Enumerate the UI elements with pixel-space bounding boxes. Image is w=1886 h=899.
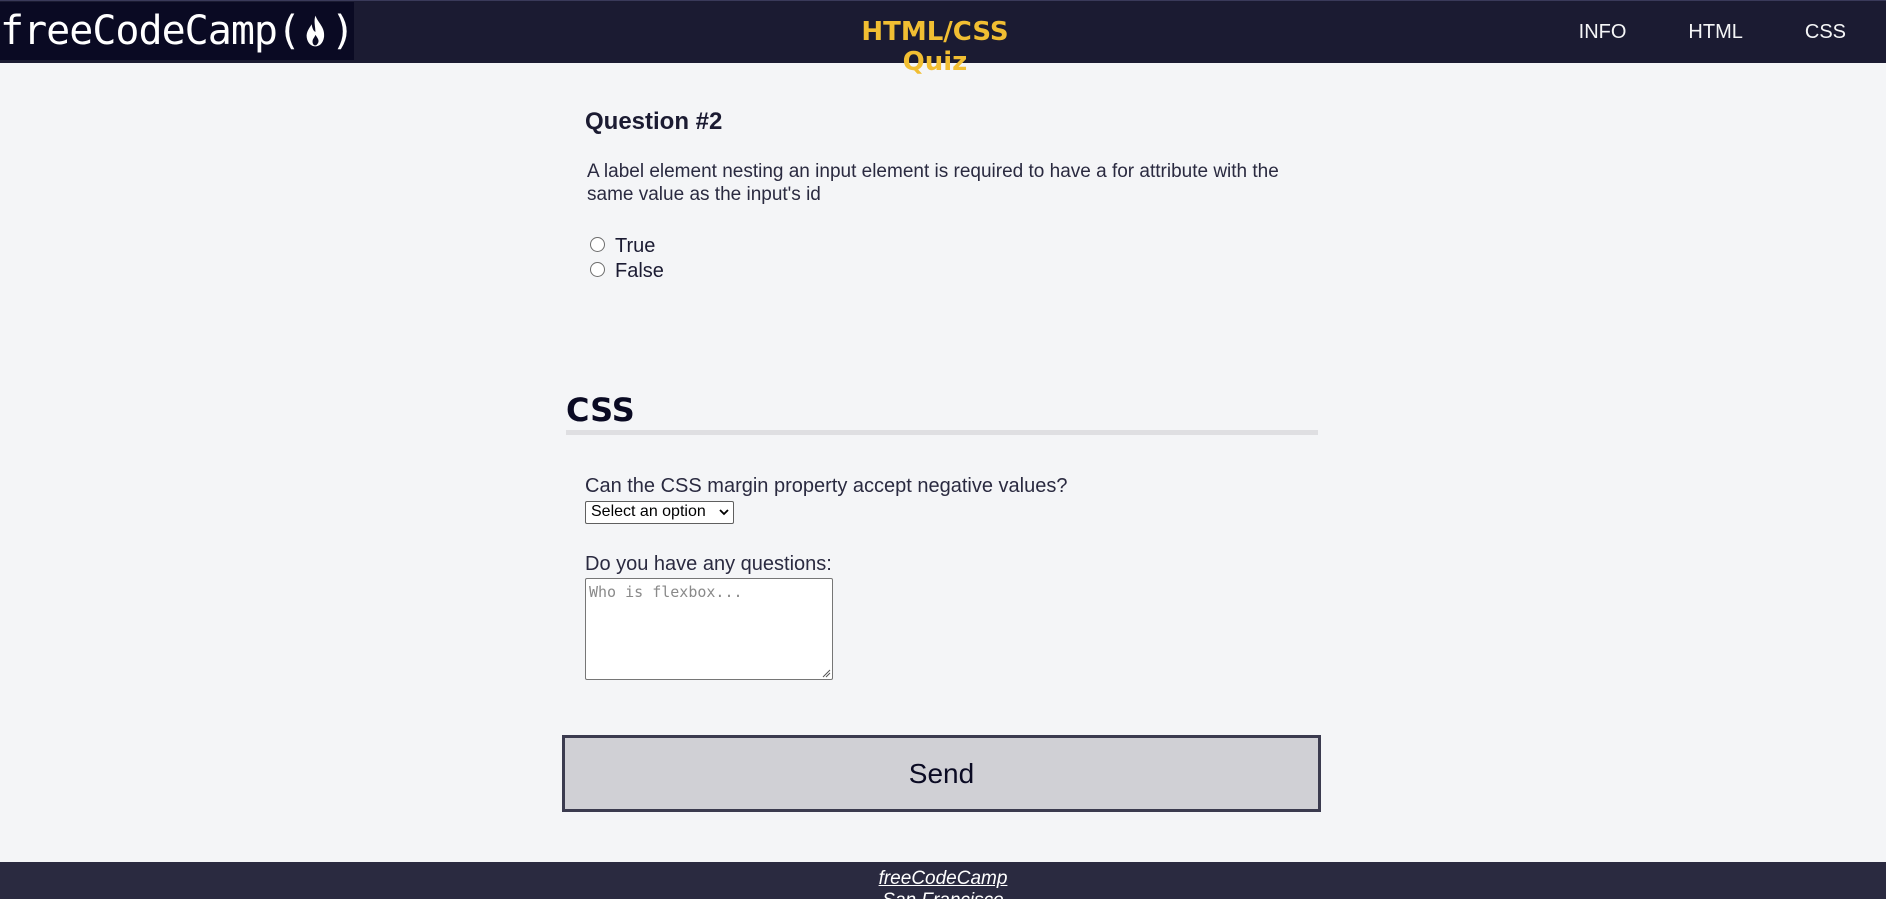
send-button[interactable]: Send	[562, 735, 1321, 812]
margin-question-label: Can the CSS margin property accept negat…	[585, 475, 1068, 497]
footer-city: San Francisco	[0, 890, 1886, 899]
footer: freeCodeCamp San Francisco	[0, 862, 1886, 899]
logo-text-end: )	[330, 8, 354, 54]
option-true[interactable]: True	[590, 234, 1325, 259]
logo-text: freeCodeCamp(	[0, 8, 301, 54]
question-2: Question #2 A label element nesting an i…	[585, 108, 1325, 284]
flame-icon	[306, 15, 325, 47]
question-text: A label element nesting an input element…	[587, 161, 1279, 205]
freecodecamp-logo[interactable]: freeCodeCamp( )	[0, 2, 354, 60]
margin-answer-select[interactable]: Select an option	[585, 501, 734, 524]
nav-link-html[interactable]: HTML	[1688, 21, 1742, 44]
textarea-placeholder: Who is flexbox...	[589, 583, 743, 601]
top-navbar: freeCodeCamp( ) HTML/CSS Quiz INFO HTML …	[0, 0, 1886, 77]
resize-handle-icon[interactable]	[821, 668, 831, 678]
page-title: HTML/CSS Quiz	[861, 17, 1009, 77]
questions-textarea[interactable]: Who is flexbox...	[585, 578, 833, 680]
option-false[interactable]: False	[590, 259, 1325, 284]
option-label: True	[615, 235, 656, 257]
main-nav: INFO HTML CSS	[1517, 1, 1846, 64]
nav-link-info[interactable]: INFO	[1579, 21, 1627, 44]
chevron-down-icon	[719, 509, 729, 516]
radio-false[interactable]	[590, 262, 605, 277]
nav-link-css[interactable]: CSS	[1805, 21, 1846, 44]
answer-options: True False	[585, 234, 1325, 284]
footer-link[interactable]: freeCodeCamp	[0, 862, 1886, 890]
css-section-heading: CSS	[566, 390, 1318, 435]
radio-true[interactable]	[590, 237, 605, 252]
questions-label: Do you have any questions:	[585, 553, 832, 575]
option-label: False	[615, 260, 664, 282]
select-value: Select an option	[591, 503, 706, 520]
question-title: Question #2	[585, 108, 723, 135]
